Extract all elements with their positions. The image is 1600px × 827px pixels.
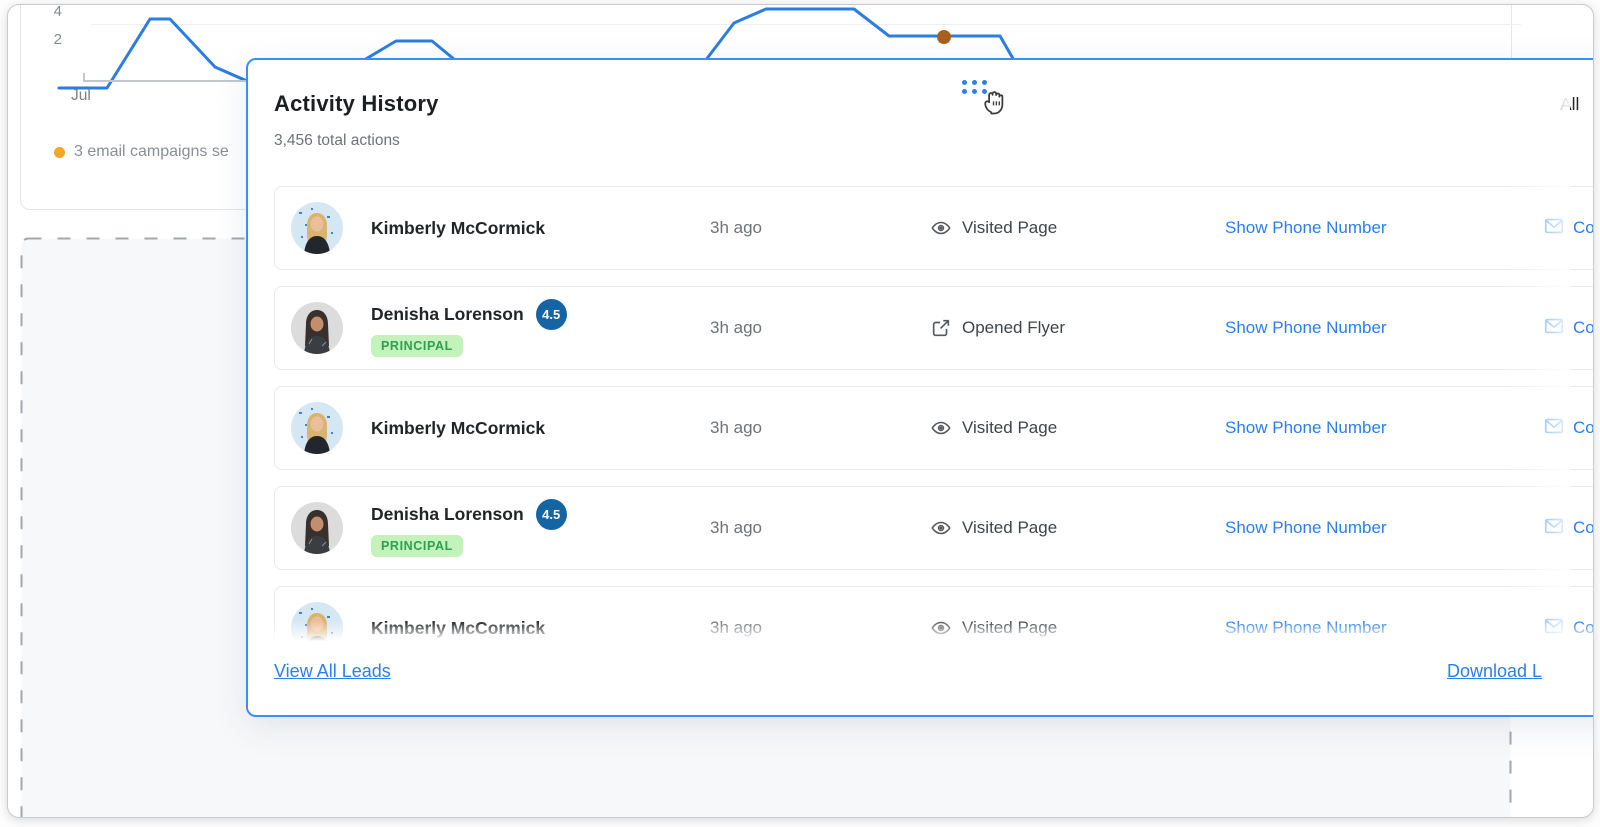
- avatar: [291, 302, 343, 354]
- contact-link[interactable]: Co: [1543, 487, 1593, 569]
- eye-icon: [930, 217, 952, 239]
- eye-icon: [930, 617, 952, 639]
- filter-dropdown[interactable]: All: [1560, 94, 1579, 115]
- legend-label: 3 email campaigns se: [74, 143, 229, 160]
- app-window: 4 2 Jul 3 email campaigns se Activity Hi…: [7, 4, 1594, 818]
- lead-name[interactable]: Denisha Lorenson: [371, 304, 524, 325]
- envelope-icon: [1543, 515, 1565, 542]
- activity-row: Denisha Lorenson 4.5 PRINCIPAL 3h ago Vi…: [274, 486, 1593, 570]
- eye-icon: [930, 517, 952, 539]
- contact-link[interactable]: Co: [1543, 187, 1593, 269]
- y-axis-tick-4: 4: [53, 4, 62, 20]
- activity-time: 3h ago: [710, 518, 762, 537]
- show-phone-link[interactable]: Show Phone Number: [1225, 387, 1387, 469]
- grab-hand-cursor-icon: [984, 91, 1004, 115]
- lead-name[interactable]: Kimberly McCormick: [371, 218, 545, 239]
- activity-row: Kimberly McCormick 3h ago Visited Page S…: [274, 186, 1593, 270]
- envelope-icon: [1543, 415, 1565, 442]
- legend-dot-icon: [54, 146, 65, 158]
- total-actions-count: 3,456 total actions: [274, 132, 400, 149]
- activity-history-modal: Activity History 3,456 total actions All: [246, 58, 1593, 717]
- show-phone-link[interactable]: Show Phone Number: [1225, 187, 1387, 269]
- contact-link[interactable]: Co: [1543, 387, 1593, 469]
- show-phone-link[interactable]: Show Phone Number: [1225, 487, 1387, 569]
- activity-action: Visited Page: [962, 518, 1058, 537]
- gridline-2: [91, 24, 1521, 25]
- envelope-icon: [1543, 615, 1565, 642]
- lead-name[interactable]: Kimberly McCormick: [371, 618, 545, 639]
- rating-badge: 4.5: [535, 499, 567, 530]
- principal-tag: PRINCIPAL: [371, 535, 463, 557]
- external-link-icon: [930, 317, 952, 339]
- modal-title: Activity History: [274, 91, 439, 116]
- activity-action: Visited Page: [962, 618, 1058, 637]
- avatar: [291, 202, 343, 254]
- eye-icon: [930, 417, 952, 439]
- envelope-icon: [1543, 215, 1565, 242]
- rating-badge: 4.5: [535, 299, 567, 330]
- download-leads-link[interactable]: Download L: [1447, 661, 1542, 682]
- view-all-leads-link[interactable]: View All Leads: [274, 661, 391, 682]
- chart-legend: 3 email campaigns se: [54, 143, 229, 161]
- show-phone-link[interactable]: Show Phone Number: [1225, 287, 1387, 369]
- modal-footer: View All Leads Download L: [248, 641, 1593, 715]
- activity-action: Visited Page: [962, 418, 1058, 437]
- activity-row: Denisha Lorenson 4.5 PRINCIPAL 3h ago Op…: [274, 286, 1593, 370]
- lead-name[interactable]: Denisha Lorenson: [371, 504, 524, 525]
- avatar: [291, 402, 343, 454]
- activity-time: 3h ago: [710, 318, 762, 337]
- envelope-icon: [1543, 315, 1565, 342]
- avatar: [291, 502, 343, 554]
- principal-tag: PRINCIPAL: [371, 335, 463, 357]
- y-axis-tick-2: 2: [53, 31, 62, 48]
- contact-link[interactable]: Co: [1543, 287, 1593, 369]
- activity-action: Opened Flyer: [962, 318, 1065, 337]
- activity-row: Kimberly McCormick 3h ago Visited Page S…: [274, 386, 1593, 470]
- activity-time: 3h ago: [710, 218, 762, 237]
- activity-action: Visited Page: [962, 218, 1058, 237]
- lead-name[interactable]: Kimberly McCormick: [371, 418, 545, 439]
- activity-time: 3h ago: [710, 418, 762, 437]
- x-axis-label-jul: Jul: [71, 87, 91, 104]
